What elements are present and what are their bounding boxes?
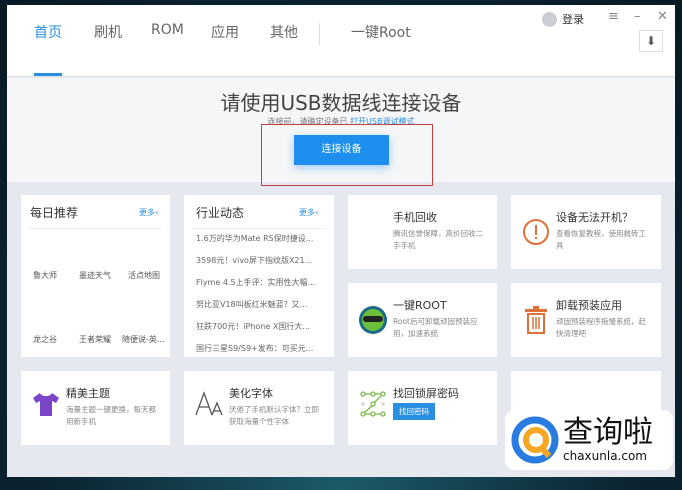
- daily-recommend-card: 每日推荐 更多› 鲁大师 墨迹天气 活点地图 龙之谷 王者荣耀 随便说-英...: [21, 195, 170, 357]
- card-title: 设备无法开机？: [556, 211, 633, 224]
- download-icon[interactable]: ⬇: [639, 30, 663, 52]
- phone-recycle-card[interactable]: 手机回收 腾讯信誉保障，高价回收二手手机: [348, 195, 497, 269]
- menu-icon[interactable]: ≡: [608, 9, 619, 24]
- tab-home[interactable]: 首页: [34, 22, 62, 42]
- minimize-icon[interactable]: –: [634, 9, 641, 24]
- card-title: 卸载预装应用: [556, 299, 622, 312]
- card-title: 精美主题: [66, 387, 110, 400]
- card-desc: 厌倦了手机默认字体？立即获取海量个性字体: [229, 405, 319, 426]
- tab-rom[interactable]: ROM: [151, 22, 184, 38]
- card-title: 行业动态: [196, 206, 245, 220]
- app-window: 首页 刷机 ROM 应用 其他 一键Root 登录 ≡ – ✕ ⬇ 请使用USB…: [7, 5, 675, 477]
- tshirt-icon: [33, 393, 59, 416]
- app-item[interactable]: 王者荣耀: [79, 334, 111, 345]
- pattern-lock-icon: [360, 391, 386, 417]
- connect-title: 请使用USB数据线连接设备: [220, 91, 462, 115]
- card-title: 找回锁屏密码: [393, 387, 459, 400]
- close-icon[interactable]: ✕: [657, 9, 668, 24]
- recover-password-button[interactable]: 找回密码: [393, 403, 435, 420]
- app-item[interactable]: 随便说-英...: [122, 334, 165, 345]
- news-item[interactable]: 3598元！vivo屏下指纹版X21...: [196, 255, 312, 266]
- divider: [192, 228, 326, 229]
- tab-apps[interactable]: 应用: [211, 22, 239, 42]
- fonts-card[interactable]: 美化字体 厌倦了手机默认字体？立即获取海量个性字体: [184, 371, 334, 445]
- login-button[interactable]: 登录: [542, 11, 584, 27]
- news-item[interactable]: 努比亚V18叫板红米魅蓝？又...: [196, 299, 307, 310]
- industry-news-card: 行业动态 更多› 1.6万的华为Mate RS保时捷设... 3598元！viv…: [184, 195, 334, 357]
- login-label: 登录: [562, 13, 584, 26]
- news-item[interactable]: 国行三星S9/S9+发布：可买元...: [196, 343, 313, 354]
- card-desc: 顽固预装程序拖慢系统，赶快清理吧: [556, 317, 646, 338]
- recover-lock-password-card[interactable]: 找回锁屏密码 找回密码: [348, 371, 497, 445]
- card-desc: 查看恢复教程，使用救砖工具: [556, 229, 646, 250]
- connect-panel: 请使用USB数据线连接设备 连接前，请确定设备已 打开USB调试模式 连接设备: [7, 78, 675, 186]
- card-title: 美化字体: [229, 387, 273, 400]
- divider: [319, 23, 320, 45]
- card-title: 一键ROOT: [393, 299, 447, 312]
- tab-other[interactable]: 其他: [270, 22, 298, 42]
- app-item[interactable]: 鲁大师: [33, 270, 57, 281]
- root-mascot-icon: [359, 306, 387, 334]
- active-tab-indicator: [34, 73, 62, 76]
- connect-device-button[interactable]: 连接设备: [294, 135, 389, 165]
- app-item[interactable]: 墨迹天气: [79, 270, 111, 281]
- news-item[interactable]: Flyme 4.5上手评：实用性大幅...: [196, 277, 315, 288]
- tab-flash[interactable]: 刷机: [94, 22, 122, 42]
- card-title: 每日推荐: [30, 206, 79, 220]
- uninstall-preinstalled-card[interactable]: 卸载预装应用 顽固预装程序拖慢系统，赶快清理吧: [511, 283, 661, 357]
- card-title: 手机回收: [393, 211, 437, 224]
- card-desc: 海量主题一键更换，每天都用新手机: [66, 405, 156, 426]
- avatar-icon: [542, 11, 557, 27]
- watermark-q-icon: [511, 416, 559, 464]
- news-item[interactable]: 1.6万的华为Mate RS保时捷设...: [196, 233, 313, 244]
- tab-one-click-root[interactable]: 一键Root: [351, 22, 411, 42]
- watermark-logo: 查询啦 chaxunla.com: [505, 410, 673, 470]
- app-item[interactable]: 活点地图: [128, 270, 160, 281]
- divider: [29, 228, 162, 229]
- one-click-root-card[interactable]: 一键ROOT Root后可卸载顽固预装应用，加速系统: [348, 283, 497, 357]
- themes-card[interactable]: 精美主题 海量主题一键更换，每天都用新手机: [21, 371, 170, 445]
- card-desc: 腾讯信誉保障，高价回收二手手机: [393, 229, 483, 250]
- trash-icon: [525, 306, 547, 334]
- news-item[interactable]: 狂跌700元！iPhone X国行大...: [196, 321, 310, 332]
- cannot-boot-card[interactable]: 设备无法开机？ 查看恢复教程，使用救砖工具: [511, 195, 661, 269]
- app-item[interactable]: 龙之谷: [33, 334, 57, 345]
- card-desc: Root后可卸载顽固预装应用，加速系统: [393, 317, 478, 338]
- more-link[interactable]: 更多›: [299, 207, 318, 218]
- watermark-text: 查询啦: [563, 415, 653, 450]
- watermark-domain: chaxunla.com: [563, 449, 647, 463]
- top-nav: 首页 刷机 ROM 应用 其他 一键Root 登录 ≡ – ✕ ⬇: [7, 5, 675, 77]
- more-link[interactable]: 更多›: [139, 207, 158, 218]
- warning-icon: [523, 219, 549, 245]
- font-icon: [195, 391, 223, 416]
